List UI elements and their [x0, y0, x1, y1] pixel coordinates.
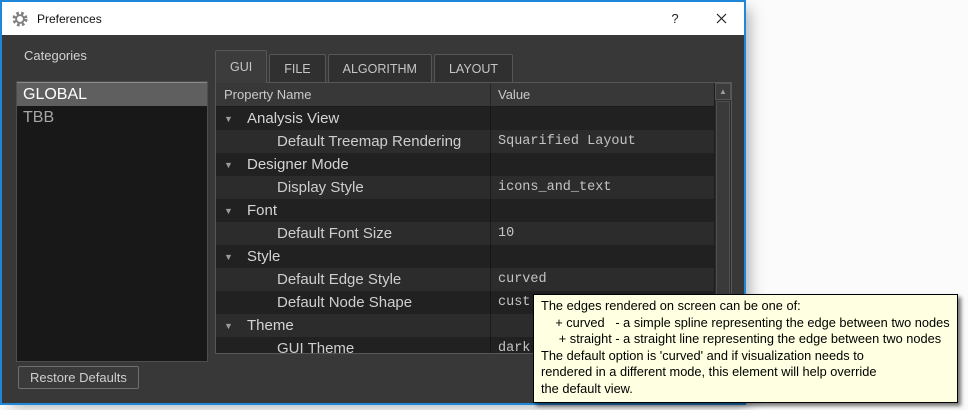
property-name-label: Default Treemap Rendering	[277, 133, 461, 150]
property-name-label: Default Edge Style	[277, 271, 401, 288]
property-name-cell[interactable]: Display Style	[216, 176, 490, 199]
scroll-up-button[interactable]: ▲	[715, 83, 731, 100]
edge-style-tooltip: The edges rendered on screen can be one …	[533, 294, 958, 403]
caption-buttons: ?	[652, 2, 744, 35]
property-name-label: GUI Theme	[277, 340, 354, 353]
property-value-cell[interactable]: curved	[490, 268, 714, 291]
property-name-cell[interactable]: ▼ Theme	[216, 314, 490, 337]
property-name-label: Analysis View	[247, 110, 339, 127]
table-header: Property Name Value	[216, 83, 731, 107]
tree-property-row[interactable]: Display Style icons_and_text	[216, 176, 714, 199]
property-name-cell[interactable]: GUI Theme	[216, 337, 490, 353]
property-value-cell[interactable]: 10	[490, 222, 714, 245]
property-value-cell[interactable]	[490, 245, 714, 268]
tooltip-text: The edges rendered on screen can be one …	[541, 298, 950, 397]
tree-group-row[interactable]: ▼ Analysis View	[216, 107, 714, 130]
expand-collapse-arrow-icon[interactable]: ▼	[224, 252, 238, 262]
property-name-cell[interactable]: Default Font Size	[216, 222, 490, 245]
help-button[interactable]: ?	[652, 2, 698, 35]
property-name-cell[interactable]: Default Treemap Rendering	[216, 130, 490, 153]
expand-collapse-arrow-icon[interactable]: ▼	[224, 321, 238, 331]
category-item-global[interactable]: GLOBAL	[17, 82, 207, 106]
property-name-label: Font	[247, 202, 277, 219]
close-button[interactable]	[698, 2, 744, 35]
tree-group-row[interactable]: ▼ Style	[216, 245, 714, 268]
property-value-cell[interactable]	[490, 107, 714, 130]
tab-bar: GUIFILEALGORITHMLAYOUT	[215, 50, 515, 83]
expand-collapse-arrow-icon[interactable]: ▼	[224, 160, 238, 170]
tree-property-row[interactable]: Default Edge Style curved	[216, 268, 714, 291]
tab-layout[interactable]: LAYOUT	[434, 54, 513, 83]
restore-defaults-button[interactable]: Restore Defaults	[18, 366, 139, 389]
property-name-cell[interactable]: ▼ Font	[216, 199, 490, 222]
property-name-cell[interactable]: Default Edge Style	[216, 268, 490, 291]
tree-property-row[interactable]: Default Treemap Rendering Squarified Layo…	[216, 130, 714, 153]
category-item-tbb[interactable]: TBB	[17, 106, 207, 130]
property-value-cell[interactable]: Squarified Layout	[490, 130, 714, 153]
gear-icon	[11, 10, 29, 28]
property-value-cell[interactable]	[490, 199, 714, 222]
title-bar[interactable]: Preferences ?	[2, 2, 744, 35]
tab-gui[interactable]: GUI	[215, 50, 267, 83]
property-name-label: Display Style	[277, 179, 364, 196]
property-name-label: Default Font Size	[277, 225, 392, 242]
tab-algorithm[interactable]: ALGORITHM	[328, 54, 432, 83]
tab-file[interactable]: FILE	[269, 54, 325, 83]
property-name-cell[interactable]: ▼ Designer Mode	[216, 153, 490, 176]
property-name-cell[interactable]: ▼ Style	[216, 245, 490, 268]
expand-collapse-arrow-icon[interactable]: ▼	[224, 114, 238, 124]
property-name-label: Theme	[247, 317, 294, 334]
categories-label: Categories	[24, 48, 87, 63]
column-header-value[interactable]: Value	[490, 83, 731, 106]
scroll-up-arrow-icon: ▲	[719, 87, 727, 96]
close-icon	[716, 13, 727, 24]
expand-collapse-arrow-icon[interactable]: ▼	[224, 206, 238, 216]
property-name-label: Default Node Shape	[277, 294, 412, 311]
property-value-cell[interactable]	[490, 153, 714, 176]
tree-property-row[interactable]: Default Font Size 10	[216, 222, 714, 245]
categories-list[interactable]: GLOBALTBB	[16, 81, 208, 362]
property-value-cell[interactable]: icons_and_text	[490, 176, 714, 199]
window-title: Preferences	[37, 12, 102, 26]
property-name-cell[interactable]: Default Node Shape	[216, 291, 490, 314]
property-name-cell[interactable]: ▼ Analysis View	[216, 107, 490, 130]
column-header-property-name[interactable]: Property Name	[216, 83, 490, 106]
property-name-label: Designer Mode	[247, 156, 349, 173]
screenshot-canvas: Preferences ? Categories GLOBALTBB Resto…	[0, 0, 968, 410]
tree-group-row[interactable]: ▼ Designer Mode	[216, 153, 714, 176]
property-name-label: Style	[247, 248, 280, 265]
tree-group-row[interactable]: ▼ Font	[216, 199, 714, 222]
